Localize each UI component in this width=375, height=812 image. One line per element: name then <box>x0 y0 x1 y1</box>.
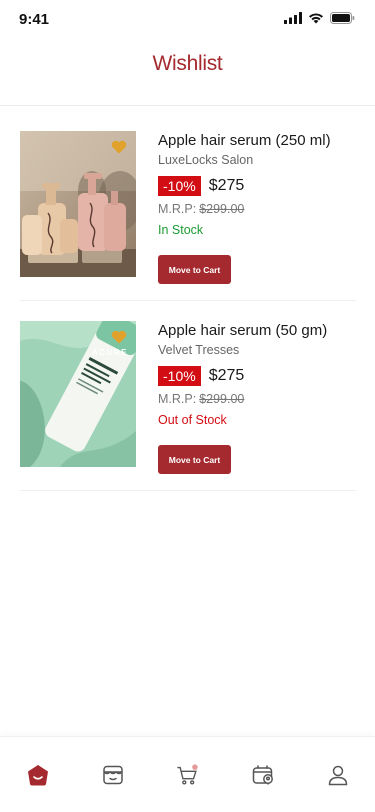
discount-badge: -10% <box>158 176 201 196</box>
store-icon <box>103 765 123 785</box>
discount-badge: -10% <box>158 366 201 386</box>
bottom-nav <box>0 736 375 812</box>
mrp-row: M.R.P: $299.00 <box>158 201 356 218</box>
heart-icon[interactable] <box>111 140 127 154</box>
heart-icon[interactable] <box>111 330 127 344</box>
price-row: -10% $275 <box>158 366 356 386</box>
price-row: -10% $275 <box>158 176 356 196</box>
signal-icon <box>284 12 302 24</box>
move-to-cart-button[interactable]: Move to Cart <box>158 255 231 284</box>
nav-store[interactable] <box>101 763 125 787</box>
product-title[interactable]: Apple hair serum (250 ml) <box>158 131 356 151</box>
move-to-cart-button[interactable]: Move to Cart <box>158 445 231 474</box>
product-info: Apple hair serum (250 ml) LuxeLocks Salo… <box>158 131 356 284</box>
nav-orders[interactable] <box>251 763 275 787</box>
stock-status: In Stock <box>158 223 204 237</box>
product-title[interactable]: Apple hair serum (50 gm) <box>158 321 356 341</box>
page-title: Wishlist <box>152 52 223 75</box>
profile-icon <box>328 765 348 786</box>
seller-name: LuxeLocks Salon <box>158 153 254 167</box>
wishlist-item[interactable]: Apple hair serum (250 ml) LuxeLocks Salo… <box>20 131 356 301</box>
orders-icon <box>252 765 273 785</box>
product-image[interactable] <box>20 131 136 277</box>
header: Wishlist <box>0 40 375 106</box>
mrp-label: M.R.P: <box>158 392 197 406</box>
product-image[interactable]: ACURE <box>20 321 136 467</box>
wifi-icon <box>309 13 323 24</box>
status-bar: 9:41 <box>0 0 375 40</box>
home-icon <box>28 765 48 786</box>
mrp-label: M.R.P: <box>158 202 197 216</box>
mrp-row: M.R.P: $299.00 <box>158 391 356 408</box>
cart-icon <box>177 764 198 785</box>
product-info: Apple hair serum (50 gm) Velvet Tresses … <box>158 321 356 474</box>
stock-status: Out of Stock <box>158 413 227 427</box>
mrp-value: $299.00 <box>199 202 245 216</box>
image-brand-text: ACURE <box>92 348 128 357</box>
mrp-value: $299.00 <box>199 392 245 406</box>
price: $275 <box>208 367 245 384</box>
battery-icon <box>330 12 355 24</box>
wishlist-item[interactable]: ACURE Apple hair serum (50 gm) Velvet Tr… <box>20 321 356 491</box>
nav-cart[interactable] <box>176 763 200 787</box>
status-time: 9:41 <box>19 11 50 28</box>
status-icons <box>284 12 355 24</box>
nav-home[interactable] <box>26 763 50 787</box>
price: $275 <box>208 177 245 194</box>
nav-profile[interactable] <box>326 763 350 787</box>
seller-name: Velvet Tresses <box>158 343 240 357</box>
